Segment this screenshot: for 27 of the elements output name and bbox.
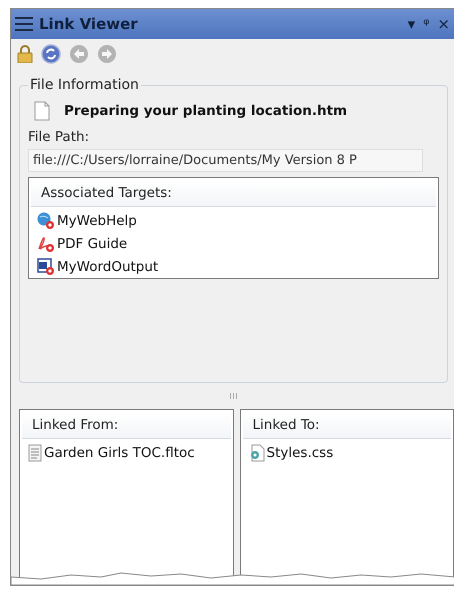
- refresh-icon[interactable]: [41, 44, 61, 64]
- lock-icon[interactable]: [17, 45, 33, 63]
- list-item[interactable]: Styles.css: [240, 441, 453, 464]
- item-label: Garden Girls TOC.fltoc: [44, 444, 195, 460]
- word-icon: [37, 258, 55, 276]
- document-icon: [34, 101, 50, 121]
- document-icon: [28, 444, 42, 462]
- list-item[interactable]: MyWordOutput: [29, 255, 438, 278]
- window-title: Link Viewer: [39, 15, 139, 33]
- field-label: File Path:: [28, 129, 90, 145]
- close-button[interactable]: ×: [435, 15, 452, 33]
- globe-icon: [37, 212, 55, 230]
- item-label: Styles.css: [266, 444, 334, 460]
- item-label: MyWordOutput: [57, 258, 158, 274]
- pdf-icon: [37, 234, 55, 252]
- item-label: MyWebHelp: [57, 212, 137, 228]
- dropdown-button[interactable]: ▾: [406, 15, 418, 33]
- path-field[interactable]: file:///C:/Users/lorraine/Documents/My Version 8 P: [28, 149, 423, 172]
- group-legend: File Information: [28, 77, 141, 93]
- list-item[interactable]: MyWebHelp: [29, 209, 438, 232]
- item-label: PDF Guide: [57, 236, 128, 252]
- list-item[interactable]: PDF Guide: [29, 232, 438, 255]
- pin-button[interactable]: ᵠ: [421, 15, 432, 33]
- list-item[interactable]: Garden Girls TOC.fltoc: [20, 441, 232, 464]
- splitter-grip-icon[interactable]: [230, 393, 237, 399]
- menu-icon[interactable]: [15, 17, 33, 31]
- file-name: Preparing your planting location.htm: [64, 103, 348, 119]
